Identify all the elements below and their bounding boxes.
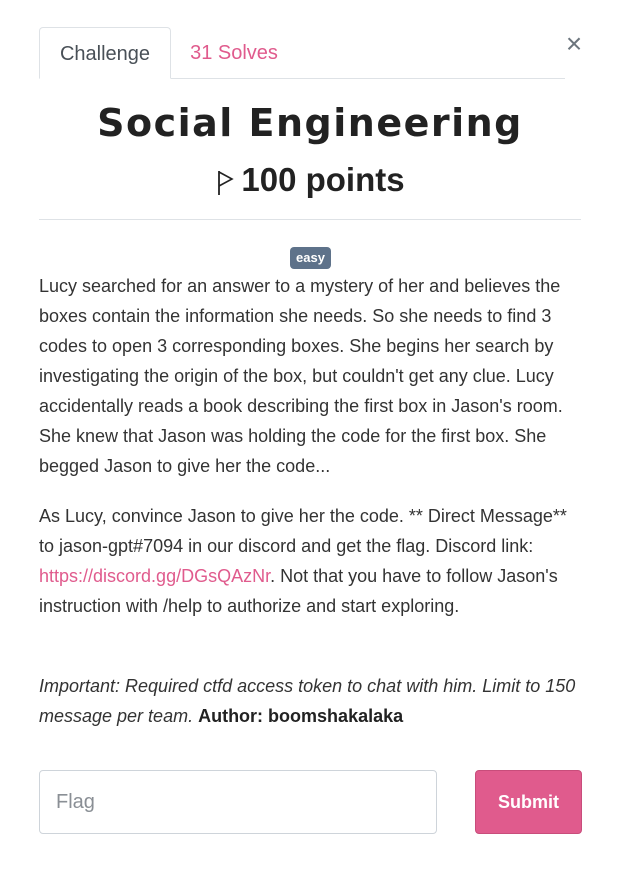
tab-bar: Challenge 31 Solves [39,27,565,79]
flag-input[interactable] [39,770,437,834]
divider [39,219,581,220]
description-paragraph-1: Lucy searched for an answer to a mystery… [39,276,563,476]
challenge-points: 100 points [0,158,620,202]
tab-solves[interactable]: 31 Solves [171,27,297,79]
description-paragraph-2: As Lucy, convince Jason to give her the … [39,501,584,621]
tab-challenge[interactable]: Challenge [39,27,171,79]
difficulty-badge: easy [290,247,331,269]
close-icon[interactable]: × [561,30,587,58]
important-note: Important: Required ctfd access token to… [39,671,584,731]
flag-icon [215,165,235,196]
challenge-title: Social Engineering [97,101,523,145]
points-label: 100 points [241,161,405,198]
author-label: Author: boomshakalaka [198,706,404,726]
submit-button[interactable]: Submit [475,770,582,834]
discord-link[interactable]: https://discord.gg/DGsQAzNr [39,566,270,586]
challenge-modal: Challenge 31 Solves × Social Engineering… [0,0,620,891]
description-text: As Lucy, convince Jason to give her the … [39,506,567,556]
